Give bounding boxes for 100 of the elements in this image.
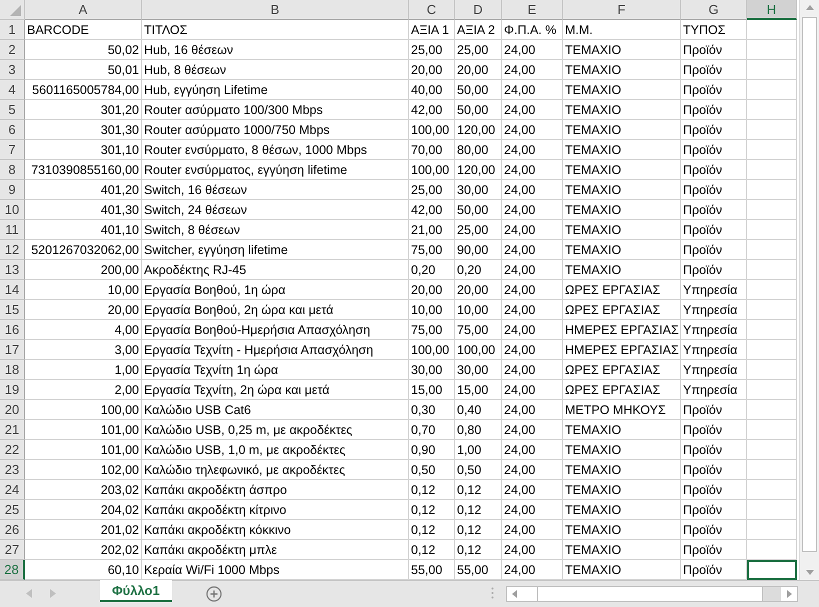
row-header[interactable]: 8 (0, 160, 25, 180)
row-header[interactable]: 24 (0, 480, 25, 500)
row-header[interactable]: 28 (0, 560, 25, 580)
row-header[interactable]: 3 (0, 60, 25, 80)
table-cell: Καλώδιο USB Cat6 (142, 400, 409, 420)
sheet-tab[interactable]: Φύλλο1 (100, 580, 172, 602)
table-cell: Υπηρεσία (681, 380, 747, 400)
table-cell: 24,00 (502, 240, 563, 260)
table-cell: 75,00 (409, 240, 455, 260)
table-cell: 0,70 (409, 420, 455, 440)
row-header[interactable]: 25 (0, 500, 25, 520)
table-cell: ΗΜΕΡΕΣ ΕΡΓΑΣΙΑΣ (563, 320, 681, 340)
table-cell: 100,00 (455, 340, 502, 360)
table-cell: ΤΕΜΑΧΙΟ (563, 420, 681, 440)
table-cell: Εργασία Βοηθού, 2η ώρα και μετά (142, 300, 409, 320)
table-cell: Switch, 24 θέσεων (142, 200, 409, 220)
row-header[interactable]: 17 (0, 340, 25, 360)
table-cell: Υπηρεσία (681, 300, 747, 320)
row-header[interactable]: 15 (0, 300, 25, 320)
table-cell: Προϊόν (681, 160, 747, 180)
table-cell: 80,00 (455, 140, 502, 160)
table-cell: 50,02 (25, 40, 142, 60)
previous-sheet-icon[interactable] (26, 589, 32, 598)
row-header[interactable]: 6 (0, 120, 25, 140)
splitter-handle-icon[interactable] (490, 587, 494, 599)
row-header[interactable]: 22 (0, 440, 25, 460)
scroll-thumb[interactable] (536, 587, 763, 601)
row-header[interactable]: 2 (0, 40, 25, 60)
row-header[interactable]: 9 (0, 180, 25, 200)
table-cell: ΤΕΜΑΧΙΟ (563, 180, 681, 200)
table-cell: 0,50 (409, 460, 455, 480)
row-header[interactable]: 26 (0, 520, 25, 540)
table-cell: 24,00 (502, 280, 563, 300)
horizontal-scrollbar[interactable] (506, 586, 798, 602)
row-header[interactable]: 23 (0, 460, 25, 480)
empty-cell (747, 520, 797, 540)
table-cell: 0,80 (455, 420, 502, 440)
table-cell: 15,00 (409, 380, 455, 400)
table-cell: Προϊόν (681, 140, 747, 160)
empty-cell (747, 140, 797, 160)
row-header[interactable]: 5 (0, 100, 25, 120)
empty-cell (747, 360, 797, 380)
column-header[interactable]: A (25, 0, 142, 20)
row-header[interactable]: 4 (0, 80, 25, 100)
table-cell: ΗΜΕΡΕΣ ΕΡΓΑΣΙΑΣ (563, 340, 681, 360)
row-header[interactable]: 12 (0, 240, 25, 260)
table-cell: Προϊόν (681, 260, 747, 280)
row-header[interactable]: 14 (0, 280, 25, 300)
column-header[interactable]: C (409, 0, 455, 20)
column-header[interactable]: H (747, 0, 797, 20)
empty-cell (747, 340, 797, 360)
table-cell: Εργασία Τεχνίτη 1η ώρα (142, 360, 409, 380)
column-header[interactable]: D (455, 0, 502, 20)
empty-cell (747, 220, 797, 240)
selected-cell[interactable] (747, 560, 797, 580)
column-header[interactable]: E (502, 0, 563, 20)
table-cell: Switch, 8 θέσεων (142, 220, 409, 240)
table-cell: 20,00 (409, 60, 455, 80)
vertical-scrollbar[interactable] (799, 0, 819, 580)
row-header[interactable]: 11 (0, 220, 25, 240)
table-cell: 70,00 (409, 140, 455, 160)
row-header[interactable]: 1 (0, 20, 25, 40)
table-cell: Καπάκι ακροδέκτη άσπρο (142, 480, 409, 500)
table-cell: 2,00 (25, 380, 142, 400)
table-cell: Καπάκι ακροδέκτη μπλε (142, 540, 409, 560)
empty-cell (747, 320, 797, 340)
table-cell: 21,00 (409, 220, 455, 240)
table-cell: 75,00 (455, 320, 502, 340)
table-cell: Προϊόν (681, 200, 747, 220)
select-all-icon[interactable] (10, 5, 21, 16)
empty-cell (747, 80, 797, 100)
add-sheet-icon[interactable] (206, 586, 222, 602)
table-cell: ΤΕΜΑΧΙΟ (563, 100, 681, 120)
table-cell: Καλώδιο USB, 1,0 m, με ακροδέκτες (142, 440, 409, 460)
table-cell: Προϊόν (681, 500, 747, 520)
row-header[interactable]: 16 (0, 320, 25, 340)
next-sheet-icon[interactable] (50, 589, 56, 598)
column-header[interactable]: F (563, 0, 681, 20)
table-cell: ΤΕΜΑΧΙΟ (563, 60, 681, 80)
scroll-thumb[interactable] (802, 17, 817, 552)
empty-cell (747, 380, 797, 400)
table-cell: 25,00 (409, 40, 455, 60)
table-cell: Προϊόν (681, 520, 747, 540)
row-header[interactable]: 13 (0, 260, 25, 280)
column-header[interactable]: B (142, 0, 409, 20)
row-header[interactable]: 27 (0, 540, 25, 560)
empty-cell (747, 540, 797, 560)
table-cell: ΑΞΙΑ 2 (455, 20, 502, 40)
row-header[interactable]: 18 (0, 360, 25, 380)
column-header[interactable]: G (681, 0, 747, 20)
table-cell: ΤΕΜΑΧΙΟ (563, 140, 681, 160)
row-header[interactable]: 7 (0, 140, 25, 160)
row-header[interactable]: 10 (0, 200, 25, 220)
row-header[interactable]: 20 (0, 400, 25, 420)
table-cell: 0,12 (455, 500, 502, 520)
table-cell: BARCODE (25, 20, 142, 40)
table-cell: 100,00 (409, 340, 455, 360)
row-header[interactable]: 19 (0, 380, 25, 400)
row-header[interactable]: 21 (0, 420, 25, 440)
table-cell: ΤΕΜΑΧΙΟ (563, 120, 681, 140)
